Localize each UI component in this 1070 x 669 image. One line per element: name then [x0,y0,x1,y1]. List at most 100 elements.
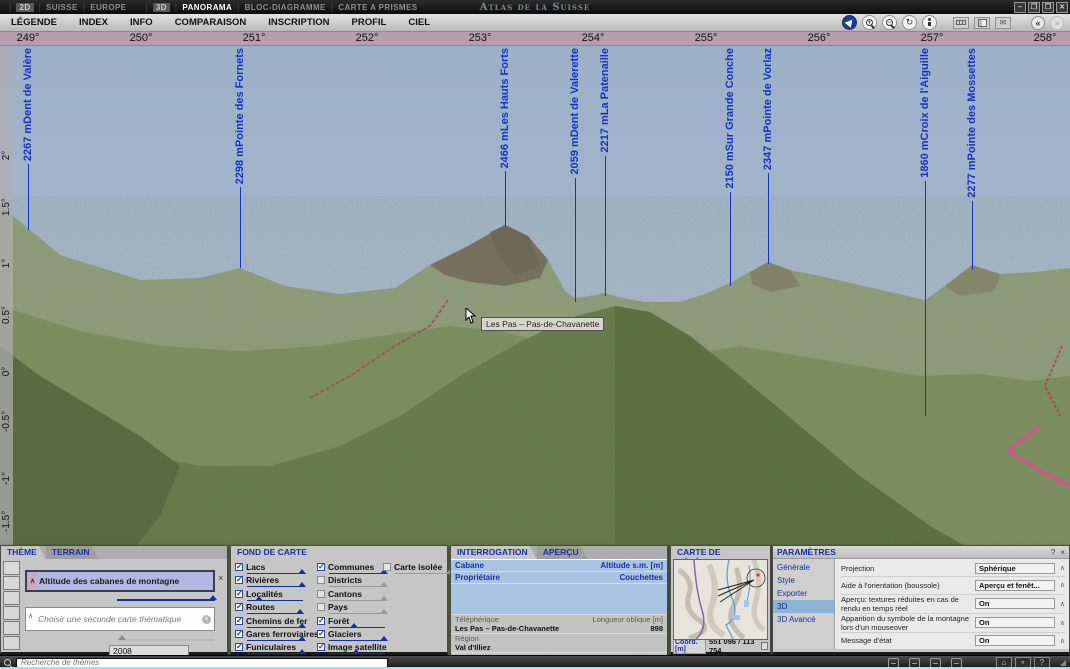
menu-item[interactable]: LÉGENDE [0,17,68,28]
checkbox-icon[interactable] [235,643,243,651]
parameters-sidebar-item[interactable]: Style [773,574,834,587]
coord-options-button[interactable] [761,642,768,650]
nature-icon[interactable] [3,561,20,575]
maximize-icon[interactable]: ❐ [1042,2,1054,13]
clear-icon[interactable]: × [202,615,211,624]
checkbox-icon[interactable] [317,630,325,638]
slider-marker-icon[interactable] [298,649,306,654]
expand-caret-icon[interactable]: ∧ [28,573,37,589]
parameter-value-dropdown[interactable]: Sphérique [975,563,1055,574]
layer-opacity-slider[interactable] [247,627,303,628]
layer-opacity-slider[interactable] [329,627,385,628]
layer-opacity-slider[interactable] [247,640,303,641]
checkbox-icon[interactable] [235,630,243,638]
slider-marker-icon[interactable] [118,635,126,640]
measure-button[interactable] [953,17,969,29]
mode-menu-item[interactable]: 3D [140,3,170,12]
parameter-value-dropdown[interactable]: Aperçu et fenêt... [975,580,1055,591]
close-icon[interactable]: × [1060,548,1065,557]
chevron-up-icon[interactable]: ∧ [1055,564,1065,572]
flag-icon[interactable] [3,606,20,620]
orbit-button[interactable]: ↻ [902,15,917,30]
checkbox-icon[interactable] [317,563,325,571]
pointer-tool-button[interactable] [842,15,857,30]
transport-icon[interactable] [3,621,20,635]
menu-item[interactable]: INSCRIPTION [257,17,340,28]
flask-icon[interactable] [888,658,899,668]
checkbox-icon[interactable] [317,643,325,651]
slider-marker-icon[interactable] [380,596,388,601]
parameters-sidebar-item[interactable]: 3D [773,600,834,613]
interrogation-panel-tab[interactable]: APERÇU [537,546,588,559]
reference-map-thumbnail[interactable] [673,559,768,640]
slider-marker-icon[interactable] [380,609,388,614]
parameters-sidebar-item[interactable]: Générale [773,561,834,574]
tourism-icon[interactable] [3,636,20,650]
theme-panel-tab[interactable]: TERRAIN [46,546,99,559]
mode-menu-item[interactable]: SUISSE [34,3,78,12]
mode-menu-item[interactable]: EUROPE [78,3,127,12]
menu-item[interactable]: INFO [119,17,164,28]
flora-icon[interactable] [3,591,20,605]
checkbox-icon[interactable] [235,563,243,571]
fauna-icon[interactable] [3,576,20,590]
mode-menu-item[interactable]: CARTE A PRISMES [326,3,418,12]
layer-opacity-slider[interactable] [247,573,303,574]
expand-caret-icon[interactable]: ∧ [28,612,33,620]
chevron-up-icon[interactable]: ∧ [1055,600,1065,608]
parameter-value-dropdown[interactable]: On [975,617,1055,628]
minimize-icon[interactable]: – [1014,2,1026,13]
layer-opacity-slider[interactable] [247,613,303,614]
globe-icon[interactable] [951,658,962,668]
slider-marker-icon[interactable] [298,569,306,574]
slider-marker-icon[interactable] [298,582,306,587]
checkbox-icon[interactable] [317,603,325,611]
primary-theme-field[interactable]: ∧ Altitude des cabanes de montagne [25,570,215,592]
slider-marker-icon[interactable] [350,623,358,628]
chevron-up-icon[interactable]: ∧ [1055,619,1065,627]
printer-icon[interactable] [930,658,941,668]
checkbox-icon[interactable] [235,590,243,598]
checkbox-icon[interactable] [317,590,325,598]
theme-search-input[interactable] [16,658,388,668]
slider-marker-icon[interactable] [255,596,263,601]
walk-mode-button[interactable] [922,15,937,30]
secondary-theme-field[interactable]: ∧ Choisir une seconde carte thématique × [25,607,215,631]
next-view-button[interactable]: » [1050,16,1064,30]
slider-marker-icon[interactable] [352,649,360,654]
slider-marker-icon[interactable] [380,582,388,587]
layer-opacity-slider[interactable] [247,586,303,587]
parameter-value-dropdown[interactable]: On [975,598,1055,609]
remove-theme-button[interactable]: × [218,573,223,583]
layer-opacity-slider[interactable] [329,586,385,587]
layer-opacity-slider[interactable] [329,613,385,614]
layout-button[interactable] [974,17,990,29]
checkbox-icon[interactable] [235,603,243,611]
theme-panel-tab[interactable]: THÈME [1,546,46,559]
menu-item[interactable]: COMPARAISON [164,17,258,28]
resize-grip-icon[interactable]: ◢ [1060,658,1066,667]
interrogation-panel-tab[interactable]: INTERROGATION [451,546,537,559]
restore-icon[interactable]: ❐ [1028,2,1040,13]
chevron-up-icon[interactable]: ∧ [1055,581,1065,589]
theme-opacity-slider[interactable] [117,599,215,601]
checkbox-icon[interactable] [317,576,325,584]
parameters-sidebar-item[interactable]: Exporter [773,587,834,600]
zoom-in-button[interactable]: + [862,15,877,30]
chevron-up-icon[interactable]: ∧ [1055,637,1065,645]
secondary-opacity-slider[interactable] [117,639,215,641]
slider-marker-icon[interactable] [296,609,304,614]
layer-opacity-slider[interactable] [329,573,385,574]
checkbox-icon[interactable] [383,563,391,571]
help-icon[interactable]: ? [1051,548,1055,557]
menu-item[interactable]: INDEX [68,17,119,28]
mail-button[interactable]: ✉ [995,17,1011,29]
menu-item[interactable]: PROFIL [341,17,398,28]
checkbox-icon[interactable] [317,617,325,625]
layer-opacity-slider[interactable] [329,640,385,641]
layer-opacity-slider[interactable] [329,600,385,601]
layer-opacity-slider[interactable] [247,600,303,601]
parameters-sidebar-item[interactable]: 3D Avancé [773,613,834,626]
slider-marker-icon[interactable] [209,595,217,600]
mode-menu-item[interactable]: BLOC-DIAGRAMME [232,3,326,12]
